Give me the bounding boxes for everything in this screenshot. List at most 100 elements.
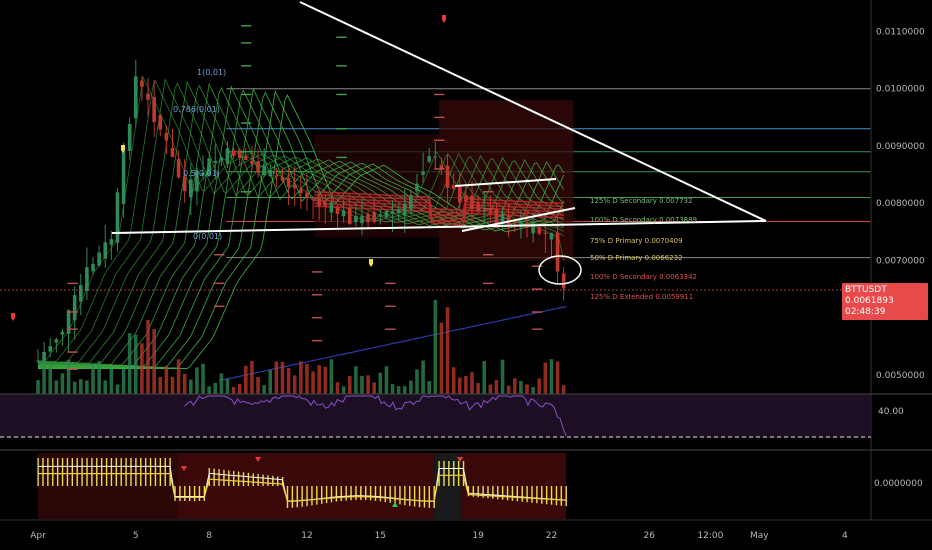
- macd-hist-bar: [130, 458, 132, 486]
- volume-bar: [127, 333, 132, 395]
- chart-canvas[interactable]: 1(0.01) 0.786(0.01) 0.5(0.01) 0(0.01) 125% …: [0, 0, 932, 550]
- macd-hist-bar: [565, 486, 567, 507]
- candle-body: [329, 202, 334, 213]
- candle-body: [543, 232, 548, 234]
- candle-body: [280, 177, 285, 181]
- macd-hist-bar: [247, 472, 250, 486]
- candle-body: [494, 209, 499, 224]
- macd-hist-bar: [487, 486, 489, 499]
- volume-bar: [109, 368, 114, 395]
- volume-bar: [91, 365, 95, 395]
- candle-body: [109, 239, 114, 245]
- candle-body: [555, 232, 560, 272]
- volume-bar: [543, 362, 548, 395]
- candle-body: [402, 203, 407, 216]
- time-tick-label: 12: [301, 531, 312, 541]
- candle-body: [305, 192, 309, 199]
- volume-bar: [451, 367, 456, 395]
- volume-bar: [347, 376, 352, 395]
- volume-bar: [354, 366, 358, 395]
- last-price-badge: BTTUSDT 0.0061893 02:48:39: [842, 283, 928, 320]
- fib-level-label: 0.786(0.01): [173, 105, 220, 114]
- macd-hist-bar: [506, 486, 509, 501]
- macd-hist-bar: [198, 486, 201, 501]
- macd-hist-bar: [521, 486, 523, 502]
- volume-bar: [500, 359, 505, 395]
- macd-hist-bar: [213, 468, 215, 486]
- candle-body: [91, 264, 95, 272]
- macd-hist-bar: [384, 486, 386, 503]
- candle-countdown: 02:48:39: [845, 307, 886, 317]
- macd-hist-bar: [76, 458, 78, 486]
- volume-bar: [421, 360, 425, 395]
- volume-bar: [48, 365, 53, 395]
- fib-level-label: 0(0.01): [193, 232, 222, 241]
- macd-hist-bar: [237, 471, 240, 486]
- macd-hist-bar: [394, 486, 396, 504]
- volume-bar: [427, 381, 431, 395]
- candle-body: [354, 215, 358, 223]
- candle-body: [176, 159, 181, 178]
- macd-hist-bar: [369, 486, 372, 501]
- rsi-panel[interactable]: 40.00: [0, 393, 932, 438]
- candle-body: [470, 195, 474, 210]
- candle-body: [299, 188, 303, 194]
- macd-hist-bar: [492, 486, 494, 499]
- macd-hist-bar: [409, 486, 411, 506]
- price-tick-label: 0.0110000: [876, 27, 925, 37]
- macd-hist-bar: [218, 469, 220, 486]
- volume-bar: [464, 376, 468, 395]
- macd-hist-bar: [144, 458, 147, 486]
- volume-bar: [494, 380, 499, 395]
- candle-body: [115, 192, 120, 243]
- macd-hist-bar: [164, 458, 166, 486]
- macd-hist-bar: [154, 458, 157, 486]
- candle-body: [182, 176, 187, 192]
- macd-hist-bar: [443, 461, 445, 486]
- macd-hist-bar: [242, 472, 245, 486]
- macd-hist-bar: [125, 458, 127, 486]
- candle-body: [415, 183, 419, 192]
- macd-hist-bar: [61, 458, 64, 486]
- macd-hist-bar: [223, 469, 225, 486]
- volume-bar: [286, 368, 291, 395]
- macd-hist-bar: [536, 486, 538, 504]
- macd-hist-bar: [399, 486, 401, 505]
- candle-body: [78, 285, 83, 302]
- projection-level-label: 75% D Primary 0.0070409: [590, 237, 683, 245]
- macd-zone: [38, 453, 178, 519]
- macd-hist-bar: [560, 486, 563, 506]
- volume-bar: [384, 366, 389, 395]
- volume-bar: [311, 371, 315, 395]
- time-tick-label: Apr: [30, 531, 46, 541]
- macd-hist-bar: [360, 486, 362, 501]
- macd-hist-bar: [179, 486, 181, 501]
- macd-hist-bar: [497, 486, 499, 500]
- macd-hist-bar: [541, 486, 543, 504]
- macd-hist-bar: [545, 486, 548, 505]
- candle-body: [390, 211, 395, 214]
- volume-bar: [103, 380, 108, 395]
- volume-bar: [519, 380, 523, 395]
- volume-bar: [54, 380, 59, 395]
- volume-bar: [201, 363, 205, 395]
- volume-bar: [152, 329, 156, 395]
- volume-bar: [482, 361, 487, 395]
- macd-hist-bar: [453, 461, 455, 486]
- macd-hist-bar: [91, 458, 93, 486]
- macd-hist-bar: [272, 475, 274, 486]
- projection-level-label: 100% D Secondary 0.0073889: [590, 216, 697, 224]
- candle-body: [451, 184, 456, 189]
- candle-body: [421, 171, 425, 175]
- volume-bar: [97, 361, 101, 395]
- macd-hist-bar: [42, 458, 44, 486]
- price-tick-label: 0.0050000: [876, 371, 925, 381]
- macd-hist-bar: [81, 458, 83, 486]
- candle-body: [219, 157, 224, 161]
- resistance-zone: [314, 134, 439, 238]
- volume-bar: [476, 383, 480, 395]
- macd-hist-bar: [325, 486, 328, 504]
- volume-bar: [537, 378, 542, 395]
- macd-hist-bar: [296, 486, 298, 508]
- fib-level-label: 0.5(0.01): [183, 169, 220, 178]
